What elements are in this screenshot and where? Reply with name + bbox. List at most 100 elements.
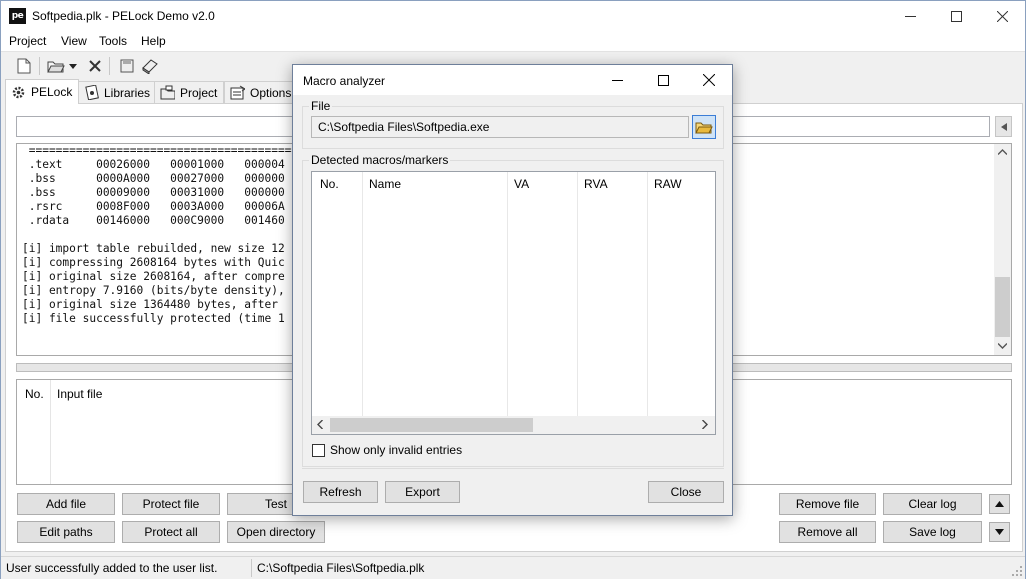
chevron-down-icon (69, 63, 77, 69)
dialog-title-bar: Macro analyzer (293, 65, 732, 95)
scroll-down-icon (998, 343, 1007, 349)
new-file-icon (17, 58, 31, 74)
minimize-icon (611, 79, 623, 81)
menu-help[interactable]: Help (141, 34, 166, 48)
maximize-button[interactable] (933, 1, 979, 31)
save-project-button[interactable] (117, 56, 137, 76)
scroll-right-icon (702, 420, 708, 429)
open-folder-icon (695, 122, 713, 133)
log-line: .rsrc 0008F000 0003A000 00006A (22, 200, 285, 213)
open-directory-button[interactable]: Open directory (227, 521, 325, 543)
column-divider (50, 380, 51, 484)
col-header-raw[interactable]: RAW (654, 177, 682, 191)
dialog-close-button[interactable]: Close (648, 481, 724, 503)
options-icon (230, 85, 245, 100)
minimize-button[interactable] (887, 1, 933, 31)
macros-scrollbar-thumb[interactable] (330, 418, 533, 432)
open-folder-icon (47, 61, 65, 73)
log-line: [i] file successfully protected (time 1 (22, 312, 285, 325)
menu-project[interactable]: Project (9, 34, 46, 48)
open-project-button[interactable] (46, 56, 66, 76)
book-icon (142, 59, 158, 74)
close-window-button[interactable] (979, 1, 1025, 31)
tab-pelock[interactable]: PELock (5, 79, 80, 104)
filter-dropdown-button[interactable] (995, 116, 1012, 137)
export-button[interactable]: Export (385, 481, 460, 503)
col-header-rva[interactable]: RVA (584, 177, 608, 191)
log-text: ========================================… (22, 144, 318, 326)
tab-project[interactable]: Project (154, 81, 225, 103)
show-invalid-only-label[interactable]: Show only invalid entries (330, 443, 462, 457)
file-path-field[interactable]: C:\Softpedia Files\Softpedia.exe (311, 116, 689, 138)
macro-analyzer-dialog: Macro analyzer File C:\Softpedia Files\S… (292, 64, 733, 516)
col-header-no[interactable]: No. (320, 177, 339, 191)
column-divider (647, 172, 648, 416)
macros-horizontal-scrollbar[interactable] (312, 416, 715, 434)
add-file-button[interactable]: Add file (17, 493, 115, 515)
move-down-button[interactable] (989, 522, 1010, 542)
files-col-no[interactable]: No. (25, 387, 44, 401)
project-icon (160, 85, 175, 100)
log-line: [i] entropy 7.9160 (bits/byte density), (22, 284, 285, 297)
col-header-name[interactable]: Name (369, 177, 401, 191)
menu-bar: Project View Tools Help (1, 31, 1025, 52)
dialog-maximize-button[interactable] (640, 65, 686, 95)
new-project-button[interactable] (14, 56, 34, 76)
dialog-minimize-button[interactable] (594, 65, 640, 95)
column-divider (362, 172, 363, 416)
arrow-down-icon (995, 529, 1004, 535)
col-header-va[interactable]: VA (514, 177, 529, 191)
edit-paths-button[interactable]: Edit paths (17, 521, 115, 543)
open-recent-dropdown[interactable] (66, 56, 80, 76)
remove-file-button[interactable]: Remove file (779, 493, 876, 515)
protect-file-button[interactable]: Protect file (122, 493, 220, 515)
macros-table[interactable]: No. Name VA RVA RAW (311, 171, 716, 435)
tab-project-label: Project (180, 85, 218, 100)
arrow-up-icon (995, 501, 1004, 507)
menu-tools[interactable]: Tools (99, 34, 127, 48)
move-up-button[interactable] (989, 494, 1010, 514)
save-icon (120, 59, 134, 73)
menu-view[interactable]: View (61, 34, 87, 48)
scroll-up-icon (998, 149, 1007, 155)
clear-log-button[interactable]: Clear log (883, 493, 982, 515)
close-icon (89, 60, 101, 72)
protect-all-button[interactable]: Protect all (122, 521, 220, 543)
file-group-label: File (309, 99, 333, 113)
dialog-title: Macro analyzer (303, 74, 386, 88)
gear-icon (11, 85, 26, 100)
close-icon (703, 74, 715, 86)
app-logo-icon: pe (9, 8, 26, 24)
dialog-divider (302, 468, 724, 469)
browse-file-button[interactable] (692, 115, 716, 139)
dialog-close-x-button[interactable] (686, 65, 732, 95)
tab-pelock-label: PELock (31, 85, 73, 99)
log-line: ========================================… (22, 144, 319, 157)
maximize-icon (657, 74, 669, 86)
log-line: .bss 00009000 00031000 000000 (22, 186, 285, 199)
library-icon (84, 85, 99, 100)
help-book-button[interactable] (140, 56, 160, 76)
log-scrollbar-thumb[interactable] (995, 277, 1010, 337)
remove-all-button[interactable]: Remove all (779, 521, 876, 543)
log-line: .bss 0000A000 00027000 000000 (22, 172, 285, 185)
close-project-button[interactable] (85, 56, 105, 76)
maximize-icon (950, 10, 962, 22)
tab-options[interactable]: Options (224, 81, 299, 103)
tab-libraries-label: Libraries (104, 85, 151, 100)
status-message: User successfully added to the user list… (6, 561, 218, 575)
tab-libraries[interactable]: Libraries (78, 81, 158, 103)
log-scrollbar[interactable] (994, 144, 1011, 355)
files-col-input-file[interactable]: Input file (57, 387, 102, 401)
status-divider (251, 559, 252, 577)
scroll-left-icon (317, 420, 323, 429)
minimize-icon (904, 15, 916, 17)
tab-options-label: Options (250, 85, 292, 100)
status-bar: User successfully added to the user list… (1, 556, 1025, 579)
chevron-left-icon (1000, 122, 1007, 131)
refresh-button[interactable]: Refresh (303, 481, 378, 503)
save-log-button[interactable]: Save log (883, 521, 982, 543)
resize-grip-icon[interactable] (1011, 565, 1023, 577)
show-invalid-only-checkbox[interactable] (312, 444, 325, 457)
